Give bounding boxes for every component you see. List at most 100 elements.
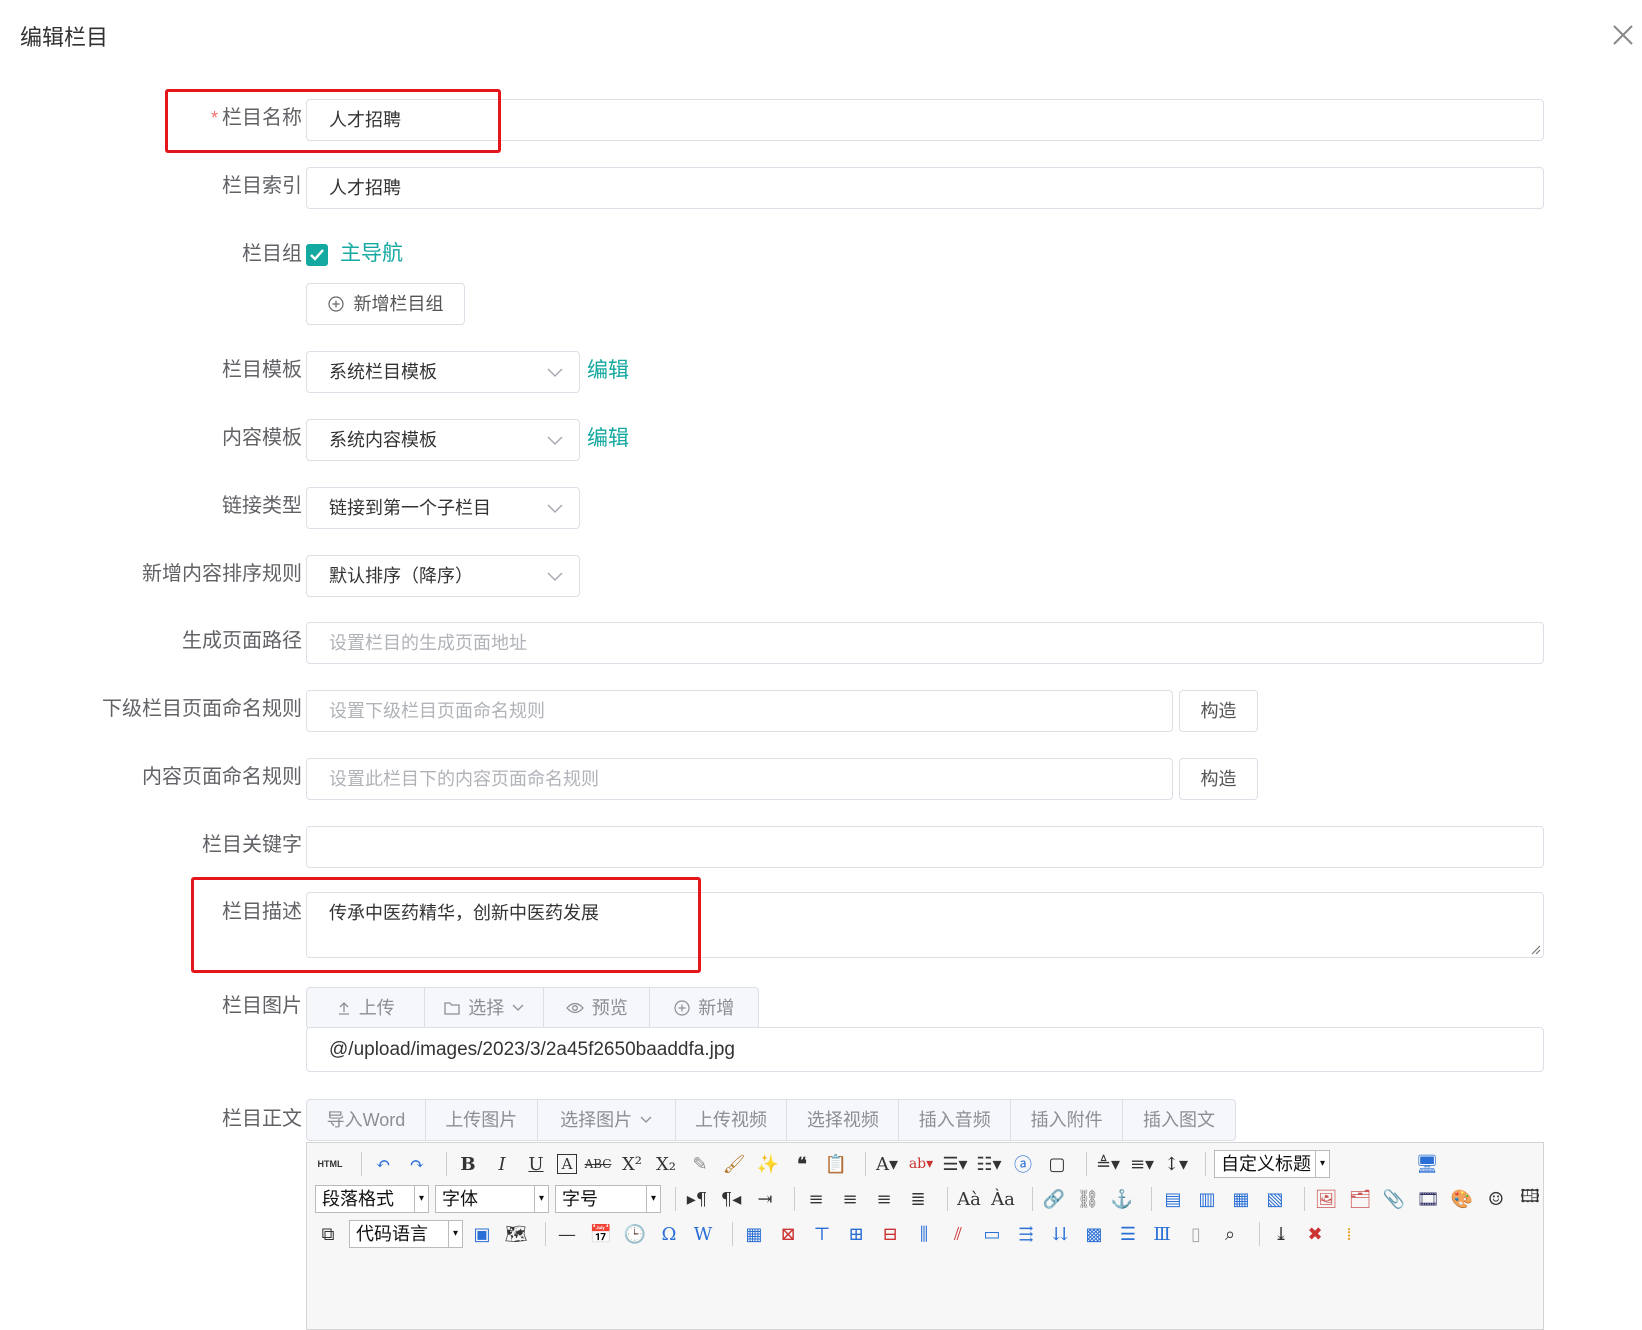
font-family-select[interactable]: 字体 ▾	[435, 1185, 549, 1213]
align-right-icon[interactable]: ≡	[871, 1186, 897, 1212]
format-brush-icon[interactable]: 🖌	[721, 1151, 747, 1177]
clear-doc-icon[interactable]: ▢	[1044, 1151, 1070, 1177]
highlight-color-icon[interactable]: ab▾	[908, 1151, 934, 1177]
delete-row-icon[interactable]: ⊟	[877, 1221, 903, 1247]
ltr-icon[interactable]: ▸¶	[684, 1186, 710, 1212]
multi-image-icon[interactable]: 🗂	[1347, 1186, 1373, 1212]
column-template-edit-link[interactable]: 编辑	[587, 350, 629, 392]
horizontal-rule-icon[interactable]: —	[554, 1221, 580, 1247]
html-source-icon[interactable]: HTML	[315, 1151, 345, 1177]
underline-icon[interactable]: U	[523, 1151, 549, 1177]
upload-image-button[interactable]: 上传	[307, 988, 426, 1028]
code-language-select[interactable]: 代码语言 ▾	[349, 1220, 463, 1248]
delete-table-icon[interactable]: ⊠	[775, 1221, 801, 1247]
select-video-button[interactable]: 选择视频	[787, 1100, 900, 1140]
image-float-left-icon[interactable]: ▥	[1194, 1186, 1220, 1212]
row-spacing-bottom-icon[interactable]: ≡▾	[1129, 1151, 1155, 1177]
split-to-cols-icon[interactable]: Ⅲ	[1149, 1221, 1175, 1247]
insert-col-icon[interactable]: ⫼	[911, 1221, 937, 1247]
align-left-icon[interactable]: ≡	[803, 1186, 829, 1212]
bold-icon[interactable]: B	[455, 1151, 481, 1177]
select-all-icon[interactable]: ⓐ	[1010, 1151, 1036, 1177]
insert-table-icon[interactable]: ▦	[741, 1221, 767, 1247]
video-icon[interactable]: 🎞	[1415, 1186, 1441, 1212]
insert-code-icon[interactable]: ⧉	[315, 1221, 341, 1247]
ordered-list-icon[interactable]: ☰▾	[942, 1151, 968, 1177]
resize-handle-icon[interactable]	[1529, 943, 1541, 955]
insert-rich-media-button[interactable]: 插入图文	[1123, 1100, 1235, 1140]
merge-right-icon[interactable]: ⇶	[1013, 1221, 1039, 1247]
main-nav-checkbox[interactable]	[306, 244, 328, 266]
font-color-icon[interactable]: A▾	[874, 1151, 900, 1177]
cleardoc-icon[interactable]: ✖	[1302, 1221, 1328, 1247]
uppercase-icon[interactable]: Aà	[956, 1186, 982, 1212]
split-to-rows-icon[interactable]: ☰	[1115, 1221, 1141, 1247]
unlink-icon[interactable]: ⛓	[1075, 1186, 1101, 1212]
strikethrough-icon[interactable]: ABC	[585, 1151, 612, 1177]
attachment-icon[interactable]: 📎	[1381, 1186, 1407, 1212]
spellcheck-icon[interactable]: ⁞	[1336, 1221, 1362, 1247]
child-naming-input[interactable]: 设置下级栏目页面命名规则	[306, 690, 1173, 732]
web-image-icon[interactable]: 🗺	[503, 1221, 529, 1247]
scrawl-icon[interactable]: 🎨	[1449, 1186, 1475, 1212]
content-naming-build-button[interactable]: 构造	[1179, 758, 1258, 800]
delete-col-icon[interactable]: ⫽	[945, 1221, 971, 1247]
auto-format-icon[interactable]: ✨	[755, 1151, 781, 1177]
special-char-icon[interactable]: Ω	[656, 1221, 682, 1247]
align-justify-icon[interactable]: ≣	[905, 1186, 931, 1212]
align-center-icon[interactable]: ≡	[837, 1186, 863, 1212]
font-size-select[interactable]: 字号 ▾	[555, 1185, 661, 1213]
merge-down-icon[interactable]: ⇊	[1047, 1221, 1073, 1247]
split-to-cells-icon[interactable]: ▩	[1081, 1221, 1107, 1247]
insert-row-icon[interactable]: ⊞	[843, 1221, 869, 1247]
insert-attachment-button[interactable]: 插入附件	[1011, 1100, 1124, 1140]
pagebreak-icon[interactable]: ⤓	[1268, 1221, 1294, 1247]
blockquote-icon[interactable]: ❝	[789, 1151, 815, 1177]
upload-picture-button[interactable]: 上传图片	[426, 1100, 538, 1140]
import-word-button[interactable]: 导入Word	[307, 1100, 426, 1140]
content-naming-input[interactable]: 设置此栏目下的内容页面命名规则	[306, 758, 1173, 800]
paste-text-icon[interactable]: 📋	[823, 1151, 849, 1177]
image-center-icon[interactable]: ▧	[1262, 1186, 1288, 1212]
custom-heading-select[interactable]: 自定义标题 ▾	[1214, 1150, 1330, 1178]
add-image-button[interactable]: 新增	[650, 988, 758, 1028]
image-path-input[interactable]: @/upload/images/2023/3/2a45f2650baaddfa.…	[306, 1027, 1544, 1072]
fullscreen-icon[interactable]: 🖥	[1414, 1151, 1440, 1177]
word-image-icon[interactable]: W	[690, 1221, 716, 1247]
keywords-input[interactable]	[306, 826, 1544, 868]
image-float-right-icon[interactable]: ▦	[1228, 1186, 1254, 1212]
indent-icon[interactable]: ⇥	[752, 1186, 778, 1212]
sort-rule-select[interactable]: 默认排序（降序）	[306, 555, 580, 597]
link-icon[interactable]: 🔗	[1041, 1186, 1067, 1212]
undo-icon[interactable]: ↶	[370, 1151, 396, 1177]
font-border-icon[interactable]: A	[557, 1154, 577, 1174]
rtl-icon[interactable]: ¶◂	[718, 1186, 744, 1212]
select-picture-button[interactable]: 选择图片	[538, 1100, 676, 1140]
child-naming-build-button[interactable]: 构造	[1179, 690, 1258, 732]
merge-cells-icon[interactable]: ▭	[979, 1221, 1005, 1247]
page-path-input[interactable]: 设置栏目的生成页面地址	[306, 622, 1544, 664]
close-icon[interactable]	[1608, 20, 1638, 50]
emotion-icon[interactable]: ☺	[1483, 1186, 1509, 1212]
italic-icon[interactable]: I	[489, 1151, 515, 1177]
column-index-input[interactable]: 人才招聘	[306, 167, 1544, 209]
column-template-select[interactable]: 系统栏目模板	[306, 351, 580, 393]
background-icon[interactable]: 🖽	[1517, 1186, 1543, 1212]
main-nav-checkbox-label[interactable]: 主导航	[340, 238, 403, 270]
time-icon[interactable]: 🕒	[622, 1221, 648, 1247]
line-height-icon[interactable]: ↕▾	[1163, 1151, 1189, 1177]
paragraph-format-select[interactable]: 段落格式 ▾	[315, 1185, 429, 1213]
date-icon[interactable]: 📅	[588, 1221, 614, 1247]
anchor-icon[interactable]: ⚓	[1109, 1186, 1135, 1212]
add-column-group-button[interactable]: 新增栏目组	[306, 283, 465, 325]
content-template-edit-link[interactable]: 编辑	[587, 418, 629, 460]
link-type-select[interactable]: 链接到第一个子栏目	[306, 487, 580, 529]
eraser-icon[interactable]: ✎	[687, 1151, 713, 1177]
insert-audio-button[interactable]: 插入音频	[899, 1100, 1012, 1140]
superscript-icon[interactable]: X²	[619, 1151, 645, 1177]
preview-image-button[interactable]: 预览	[544, 988, 651, 1028]
content-template-select[interactable]: 系统内容模板	[306, 419, 580, 461]
unordered-list-icon[interactable]: ☷▾	[976, 1151, 1002, 1177]
image-float-none-icon[interactable]: ▤	[1160, 1186, 1186, 1212]
template-icon[interactable]: ▣	[469, 1221, 495, 1247]
